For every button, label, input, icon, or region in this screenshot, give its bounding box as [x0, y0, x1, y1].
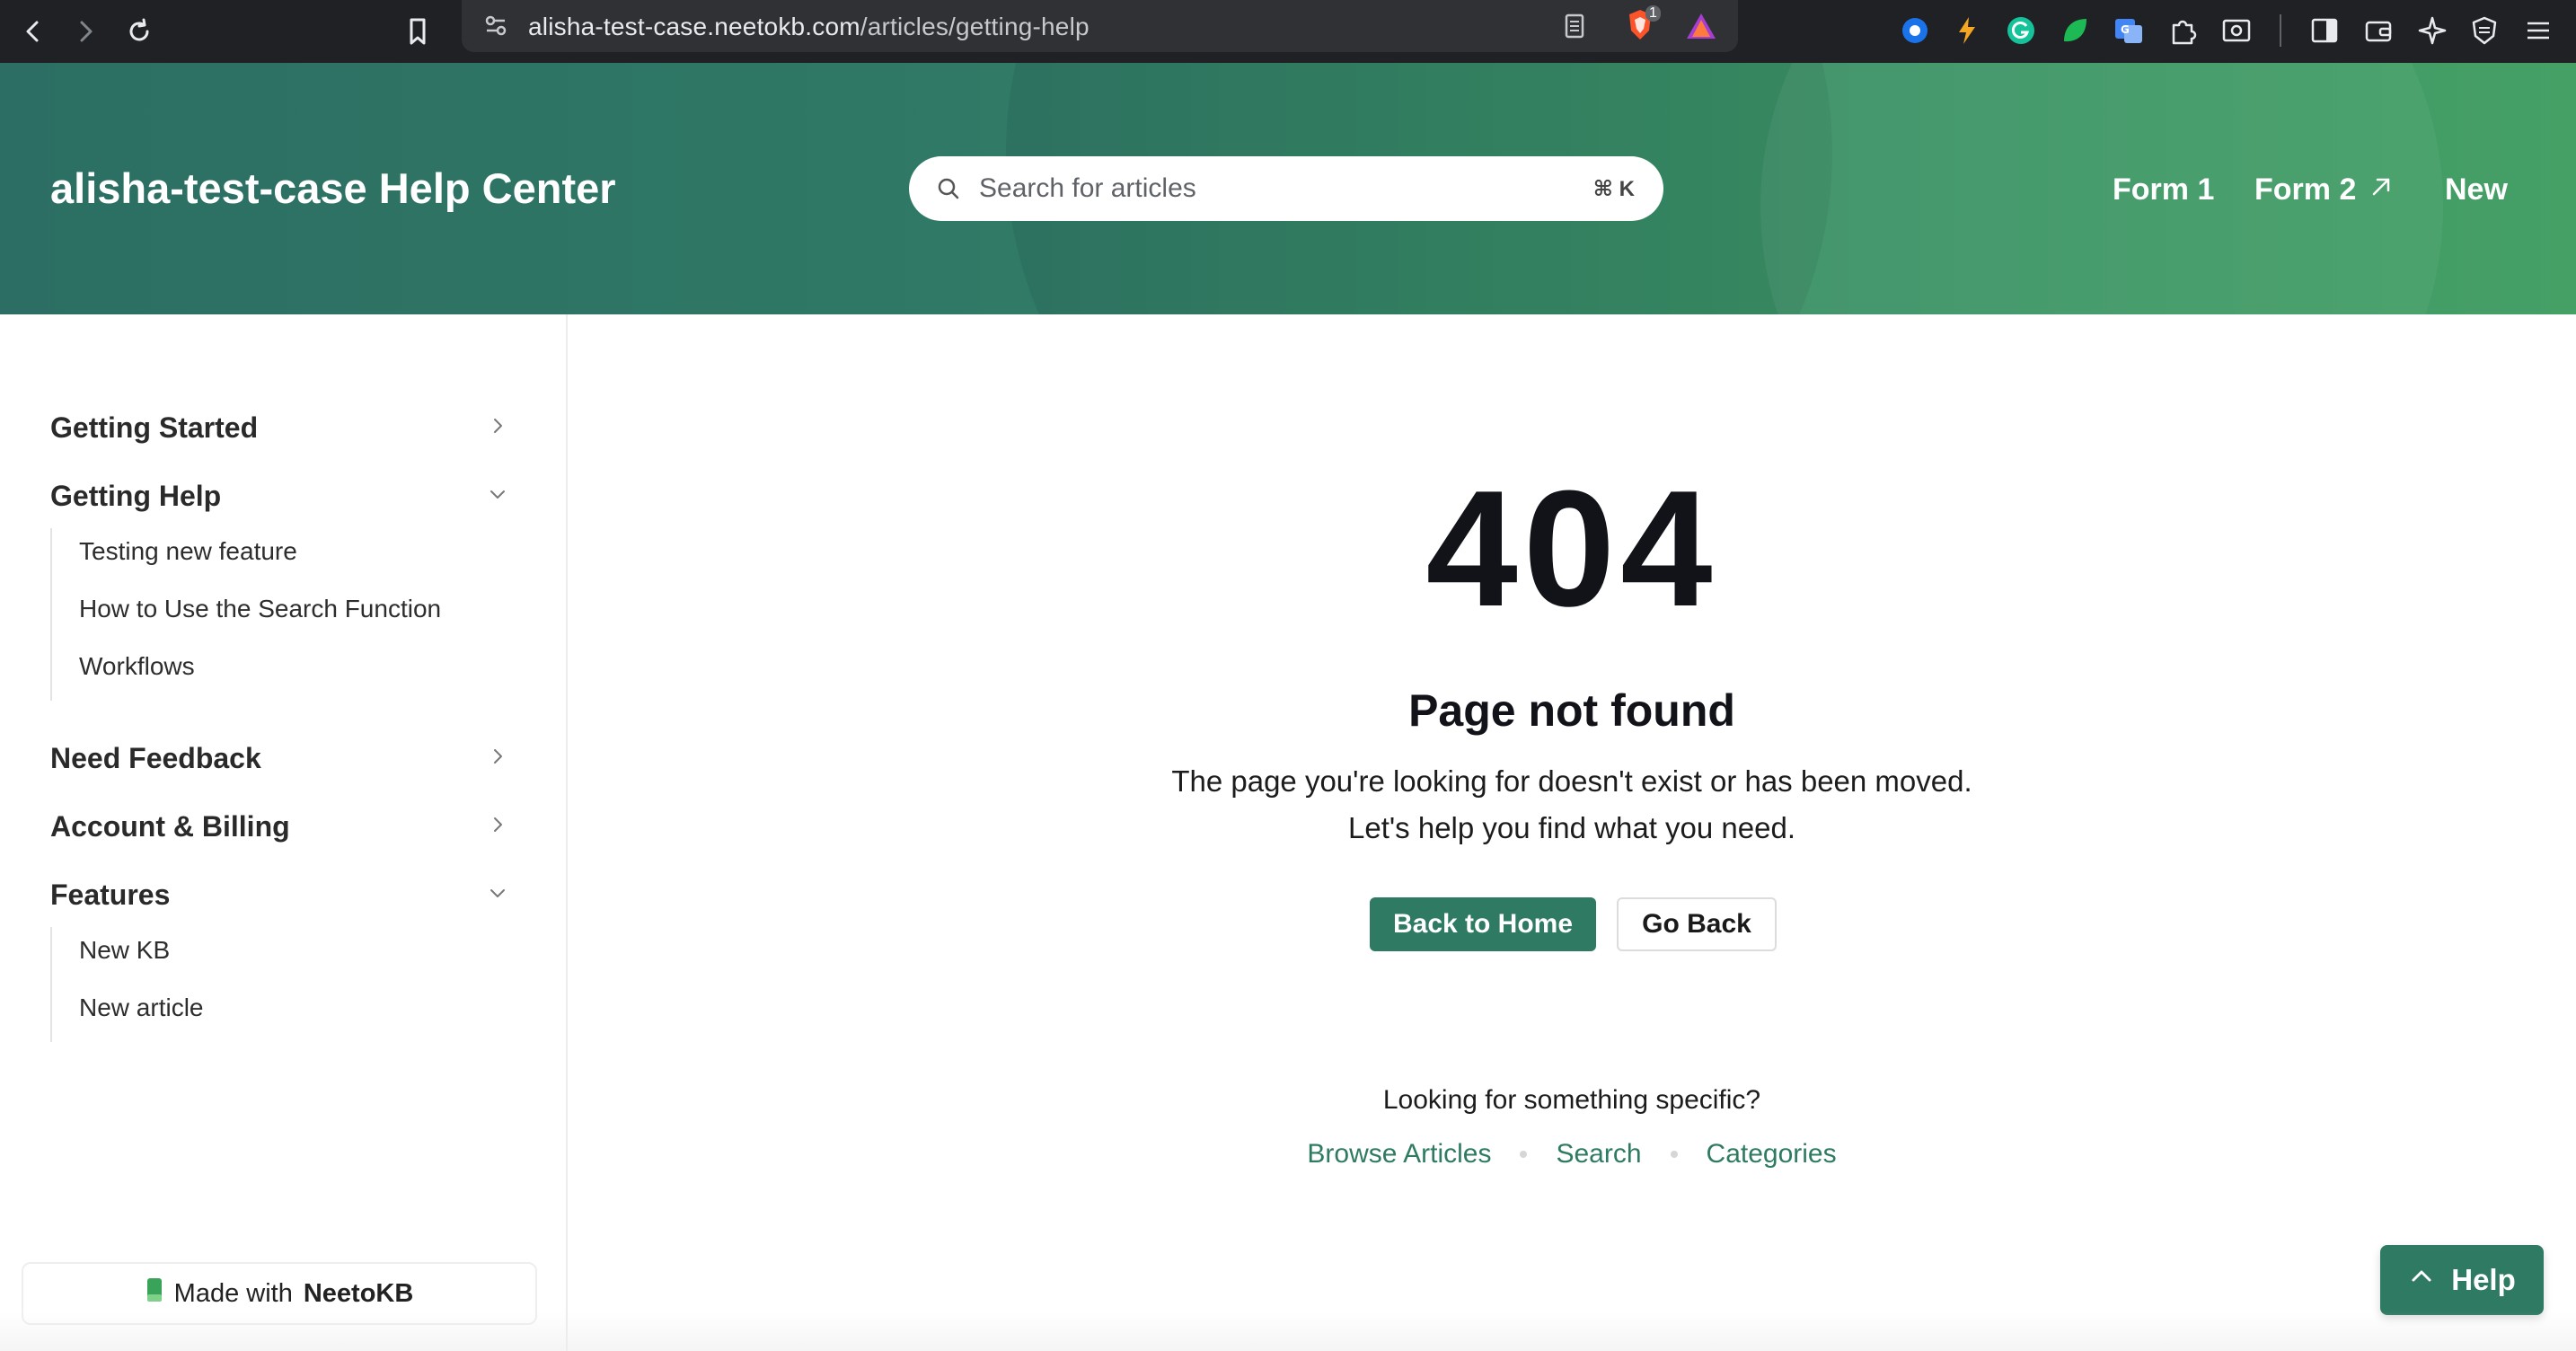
chevron-right-icon [487, 746, 508, 772]
sidebar-category-getting-help[interactable]: Getting Help [50, 471, 508, 521]
grammarly-icon[interactable] [2001, 11, 2041, 50]
article-list: New KB New article [50, 927, 499, 1042]
category-label: Getting Help [50, 479, 222, 512]
search-shortcut-hint: ⌘ K [1592, 177, 1635, 201]
url-domain: alisha-test-case.neetokb.com [528, 13, 860, 40]
help-center-title[interactable]: alisha-test-case Help Center [50, 163, 616, 213]
extensions-puzzle-icon[interactable] [2163, 11, 2202, 50]
site-settings-icon[interactable] [480, 9, 512, 46]
nav-link-label: New [2445, 172, 2508, 207]
separator-dot [1670, 1151, 1678, 1158]
error-description: The page you're looking for doesn't exis… [1171, 764, 1972, 844]
nav-link-form-2[interactable]: Form 2 [2254, 172, 2394, 208]
sidebar-article-link[interactable]: Workflows [79, 652, 195, 681]
help-widget-label: Help [2451, 1263, 2516, 1296]
search-input[interactable] [979, 169, 1536, 208]
made-with-label: Made with [173, 1278, 293, 1308]
chevron-up-icon [2408, 1263, 2435, 1297]
browser-toolbar: alisha-test-case.neetokb.com/articles/ge… [0, 0, 2576, 63]
leaf-extension-icon[interactable] [2055, 11, 2095, 50]
brave-shield-icon[interactable]: 1 [1622, 5, 1661, 48]
looking-for-text: Looking for something specific? [1382, 1085, 1761, 1115]
nav-link-label: Form 2 [2254, 172, 2357, 207]
sidebar-category-need-feedback[interactable]: Need Feedback [50, 733, 508, 783]
chevron-down-icon [487, 483, 508, 509]
wallet-icon[interactable] [2359, 11, 2398, 50]
bookmark-icon[interactable] [395, 9, 440, 54]
svg-text:G: G [2121, 23, 2130, 36]
browse-articles-link[interactable]: Browse Articles [1307, 1139, 1491, 1170]
separator-dot [1520, 1151, 1528, 1158]
nav-link-form-1[interactable]: Form 1 [2113, 172, 2214, 208]
brave-rewards-icon[interactable] [1685, 11, 1717, 46]
chevron-right-icon [487, 814, 508, 840]
reload-icon[interactable] [117, 9, 162, 54]
menu-icon[interactable] [2519, 11, 2558, 50]
password-manager-icon[interactable] [1895, 11, 1935, 50]
category-label: Features [50, 878, 171, 911]
translate-icon[interactable]: G [2109, 11, 2148, 50]
shield-badge: 1 [1645, 5, 1661, 22]
vpn-icon[interactable] [2465, 11, 2504, 50]
main-content: 404 Page not found The page you're looki… [568, 314, 2576, 1351]
screenshot-icon[interactable] [2217, 11, 2256, 50]
category-label: Need Feedback [50, 741, 261, 774]
sidebar-category-features[interactable]: Features [50, 870, 508, 920]
sidebar-article-link[interactable]: Testing new feature [79, 537, 297, 566]
sidebar: Getting Started Getting Help Testing new… [0, 314, 568, 1351]
search-link[interactable]: Search [1556, 1139, 1641, 1170]
sidebar-category-account-billing[interactable]: Account & Billing [50, 801, 508, 852]
back-to-home-button[interactable]: Back to Home [1370, 897, 1596, 951]
forward-icon[interactable] [63, 9, 108, 54]
chevron-right-icon [487, 415, 508, 441]
site-header: alisha-test-case Help Center ⌘ K Form 1 … [0, 63, 2576, 314]
back-icon[interactable] [11, 9, 56, 54]
sidebar-article-link[interactable]: How to Use the Search Function [79, 595, 441, 623]
sidebar-category-getting-started[interactable]: Getting Started [50, 402, 508, 453]
url-path: /articles/getting-help [860, 13, 1090, 40]
external-link-icon [2369, 172, 2394, 208]
error-code: 404 [1425, 455, 1718, 640]
quick-links: Browse Articles Search Categories [568, 1139, 2576, 1170]
sidebar-article-link[interactable]: New KB [79, 936, 170, 965]
chevron-down-icon [487, 882, 508, 908]
help-widget-button[interactable]: Help [2380, 1245, 2544, 1315]
nav-link-new[interactable]: New [2445, 172, 2508, 208]
article-list: Testing new feature How to Use the Searc… [50, 528, 499, 701]
address-bar[interactable]: alisha-test-case.neetokb.com/articles/ge… [462, 0, 1738, 52]
neetokb-logo-icon [146, 1276, 163, 1311]
search-bar[interactable]: ⌘ K [909, 156, 1663, 221]
category-label: Account & Billing [50, 809, 290, 843]
search-icon [936, 176, 961, 206]
category-label: Getting Started [50, 411, 259, 444]
categories-link[interactable]: Categories [1707, 1139, 1837, 1170]
lightning-extension-icon[interactable] [1947, 11, 1987, 50]
sidebar-article-link[interactable]: New article [79, 993, 203, 1022]
leo-ai-icon[interactable] [2413, 11, 2452, 50]
go-back-button[interactable]: Go Back [1617, 897, 1777, 951]
toolbar-divider [2280, 14, 2281, 47]
sidebar-icon[interactable] [2305, 11, 2344, 50]
nav-link-label: Form 1 [2113, 172, 2215, 207]
brand-name: NeetoKB [303, 1278, 414, 1308]
url-text: alisha-test-case.neetokb.com/articles/ge… [528, 13, 1090, 41]
page-title: Page not found [1408, 685, 1735, 736]
made-with-neetokb-badge[interactable]: Made with NeetoKB [22, 1262, 537, 1325]
reader-mode-icon[interactable] [1559, 11, 1590, 46]
